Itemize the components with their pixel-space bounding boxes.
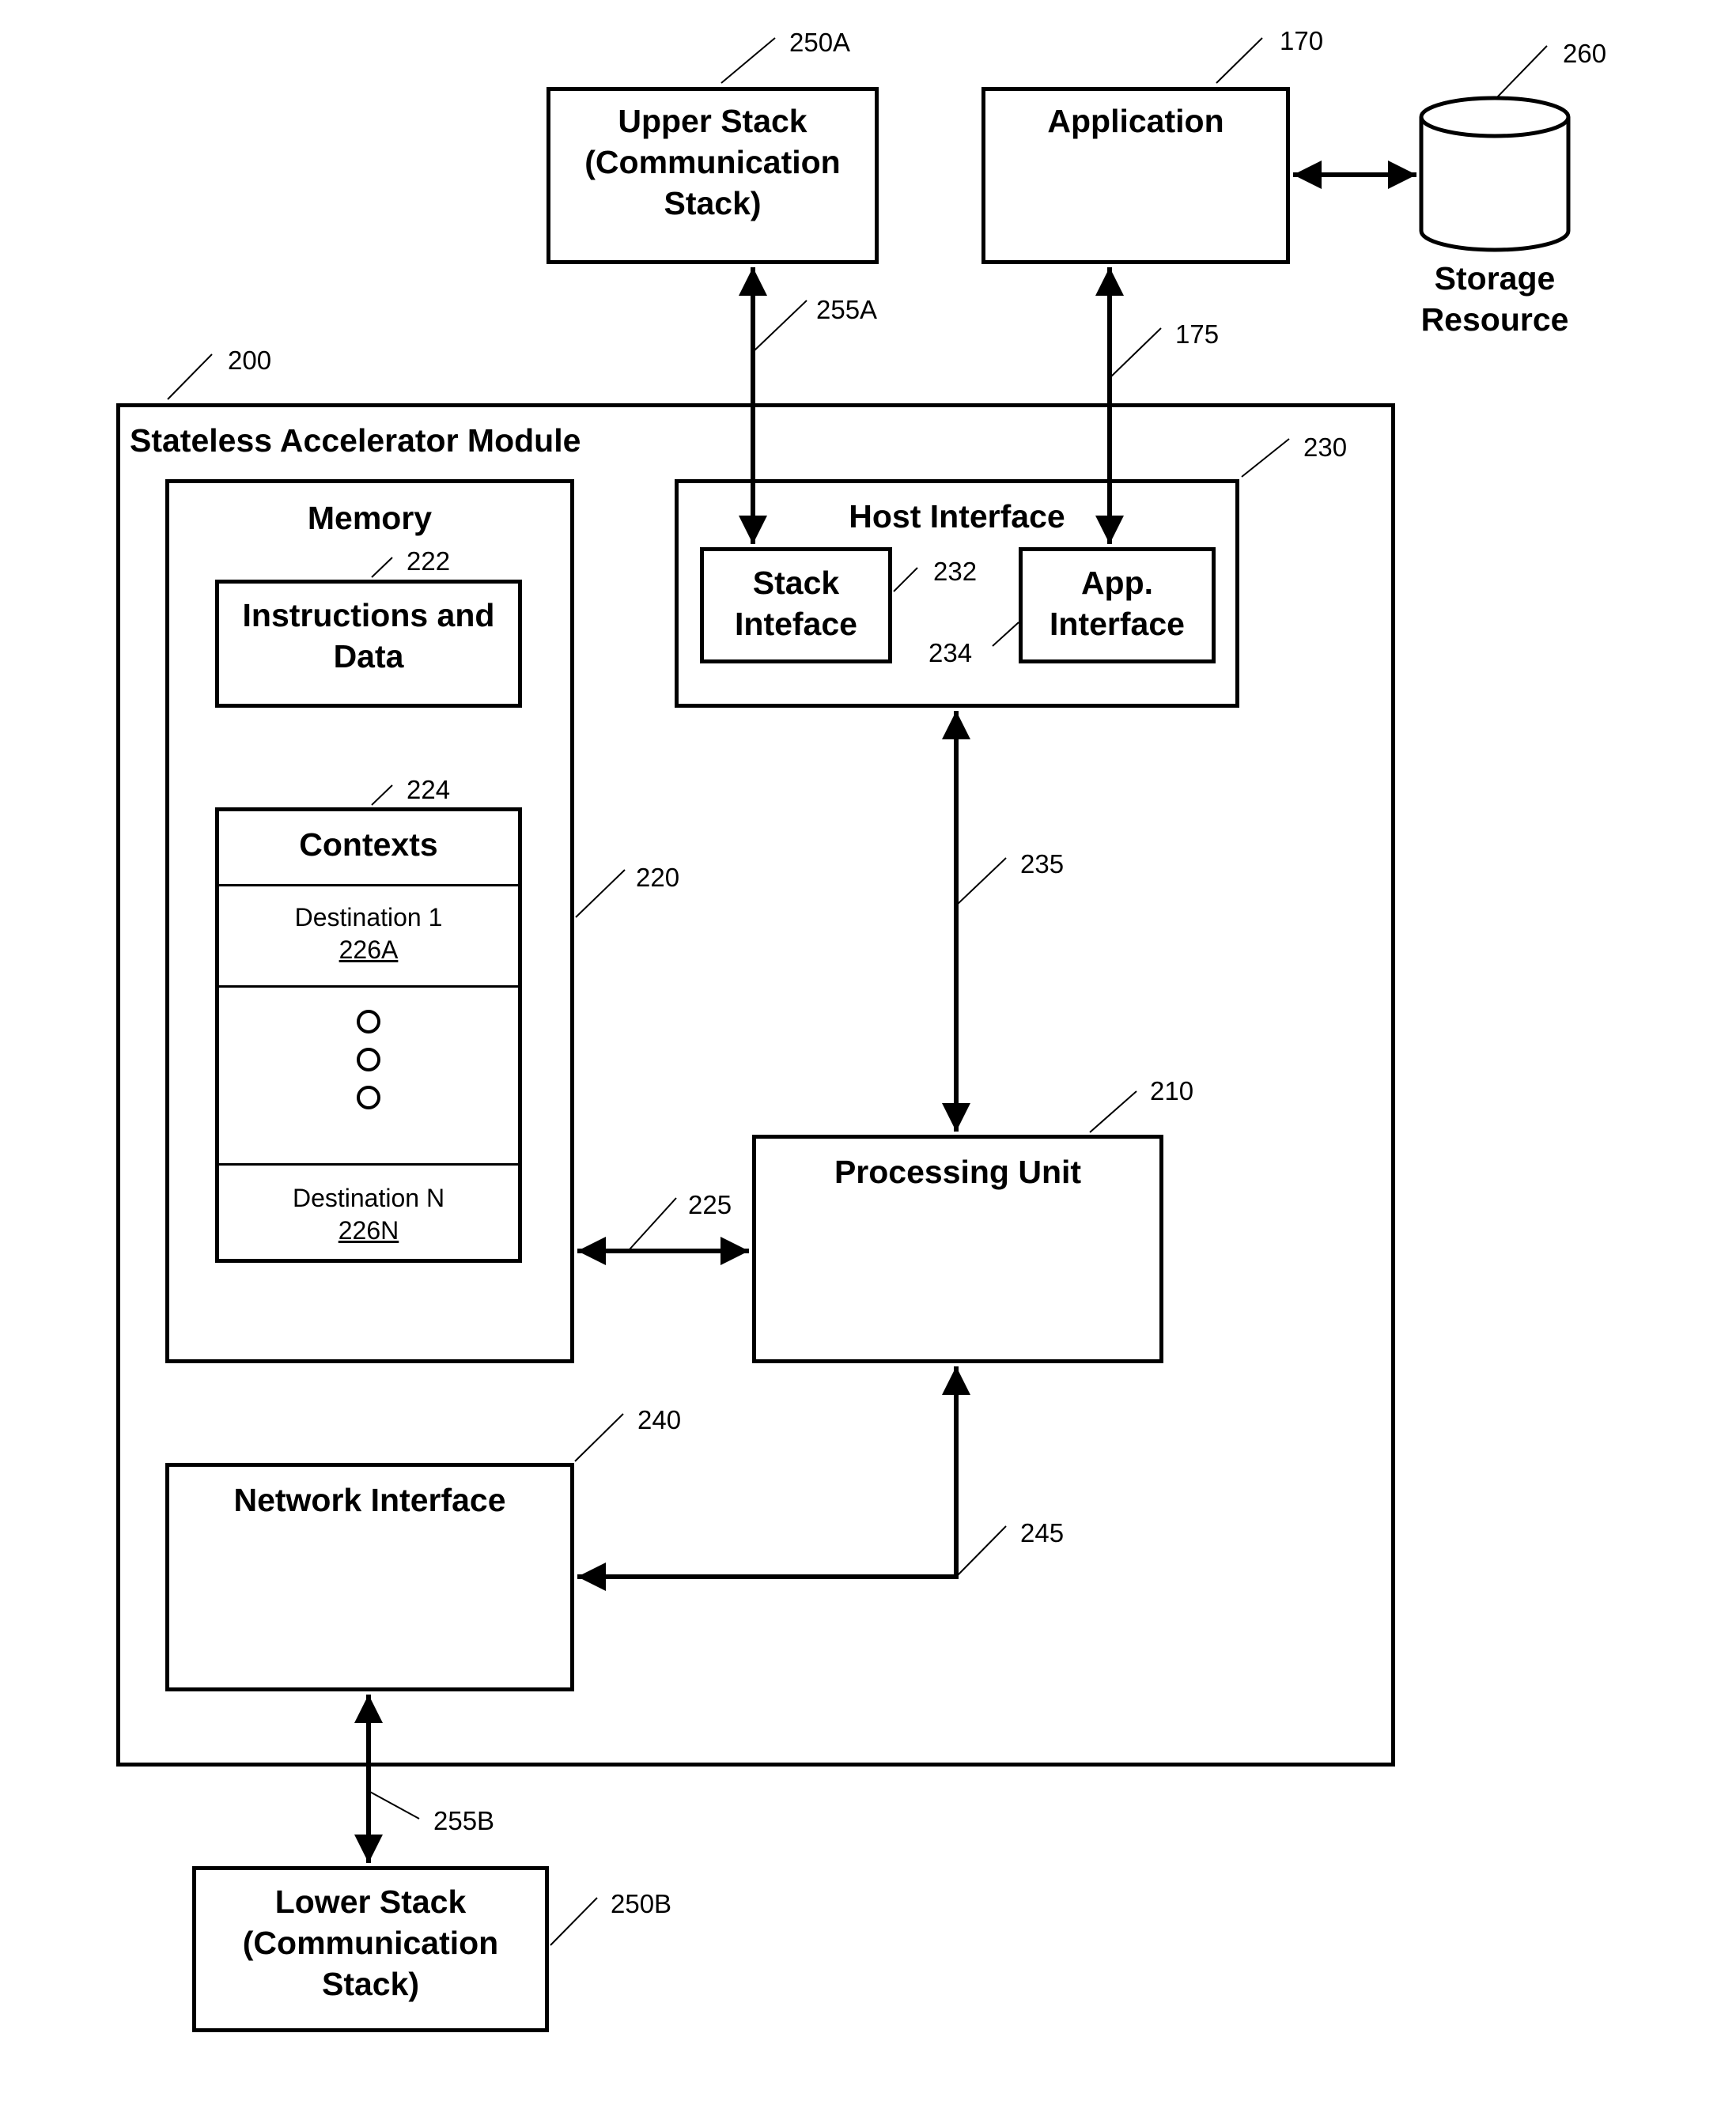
ellipsis-dot-icon <box>357 1086 380 1109</box>
ref-255a: 255A <box>816 295 878 324</box>
lower-stack-label: Lower Stack (Communication Stack) <box>196 1881 545 2005</box>
lower-stack-box: Lower Stack (Communication Stack) <box>192 1866 549 2032</box>
leader-170 <box>1216 37 1263 84</box>
ellipsis-dot-icon <box>357 1048 380 1071</box>
module-title: Stateless Accelerator Module <box>130 422 581 459</box>
instructions-and-data-box: Instructions and Data <box>215 580 522 708</box>
upper-stack-line-2: (Communication <box>584 144 841 180</box>
app-interface-box: App. Interface <box>1019 547 1216 663</box>
processing-unit-box: Processing Unit <box>752 1135 1163 1363</box>
stack-interface-box: Stack Inteface <box>700 547 892 663</box>
storage-line-1: Storage <box>1434 260 1556 297</box>
network-interface-title: Network Interface <box>233 1482 506 1518</box>
stack-interface-label: Stack Inteface <box>704 562 888 644</box>
ref-250a: 250A <box>789 28 851 57</box>
context-ref: 226A <box>339 935 399 964</box>
memory-title: Memory <box>307 500 433 536</box>
context-label: Destination 1 <box>294 903 443 931</box>
app-interface-line-1: App. <box>1080 565 1154 601</box>
contexts-box: Contexts Destination 1 226A Destination … <box>215 807 522 1263</box>
stack-interface-line-1: Stack <box>752 565 840 601</box>
application-label: Application <box>1047 103 1224 139</box>
context-row-destination-n: Destination N 226N <box>219 1163 518 1259</box>
ref-175: 175 <box>1175 319 1220 349</box>
upper-stack-line-1: Upper Stack <box>618 103 807 139</box>
ref-200: 200 <box>228 346 272 375</box>
ellipsis-dot-icon <box>357 1010 380 1033</box>
storage-resource-label: Storage Resource <box>1416 258 1574 340</box>
lower-stack-line-2: (Communication <box>242 1925 499 1961</box>
instructions-label: Instructions and Data <box>219 595 518 677</box>
upper-stack-box: Upper Stack (Communication Stack) <box>547 87 879 264</box>
app-interface-line-2: Interface <box>1050 606 1185 642</box>
ref-255b: 255B <box>433 1806 495 1835</box>
upper-stack-label: Upper Stack (Communication Stack) <box>550 100 875 224</box>
ref-250b: 250B <box>611 1889 672 1918</box>
ref-170: 170 <box>1280 26 1324 55</box>
app-interface-label: App. Interface <box>1023 562 1212 644</box>
leader-200 <box>167 353 213 400</box>
leader-250b <box>550 1897 598 1946</box>
storage-cylinder-icon <box>1419 96 1571 252</box>
leader-175 <box>1109 327 1162 379</box>
context-ref: 226N <box>338 1216 399 1245</box>
network-interface-box: Network Interface <box>165 1463 574 1691</box>
application-box: Application <box>981 87 1290 264</box>
leader-260 <box>1496 45 1548 98</box>
leader-255a <box>752 300 807 353</box>
leader-255b <box>368 1790 420 1819</box>
instructions-line-2: Data <box>333 638 404 675</box>
context-row-destination-1: Destination 1 226A <box>219 884 518 985</box>
context-ellipsis <box>219 985 518 1163</box>
lower-stack-line-1: Lower Stack <box>274 1884 467 1920</box>
leader-250a <box>720 37 776 84</box>
lower-stack-line-3: Stack) <box>321 1966 420 2002</box>
upper-stack-line-3: Stack) <box>664 185 762 221</box>
host-interface-title: Host Interface <box>849 498 1065 535</box>
contexts-title: Contexts <box>299 826 438 863</box>
storage-line-2: Resource <box>1420 301 1569 338</box>
ref-260: 260 <box>1563 39 1607 68</box>
context-label: Destination N <box>292 1184 445 1212</box>
instructions-line-1: Instructions and <box>242 597 495 633</box>
stack-interface-line-2: Inteface <box>735 606 857 642</box>
processing-unit-title: Processing Unit <box>834 1154 1082 1190</box>
